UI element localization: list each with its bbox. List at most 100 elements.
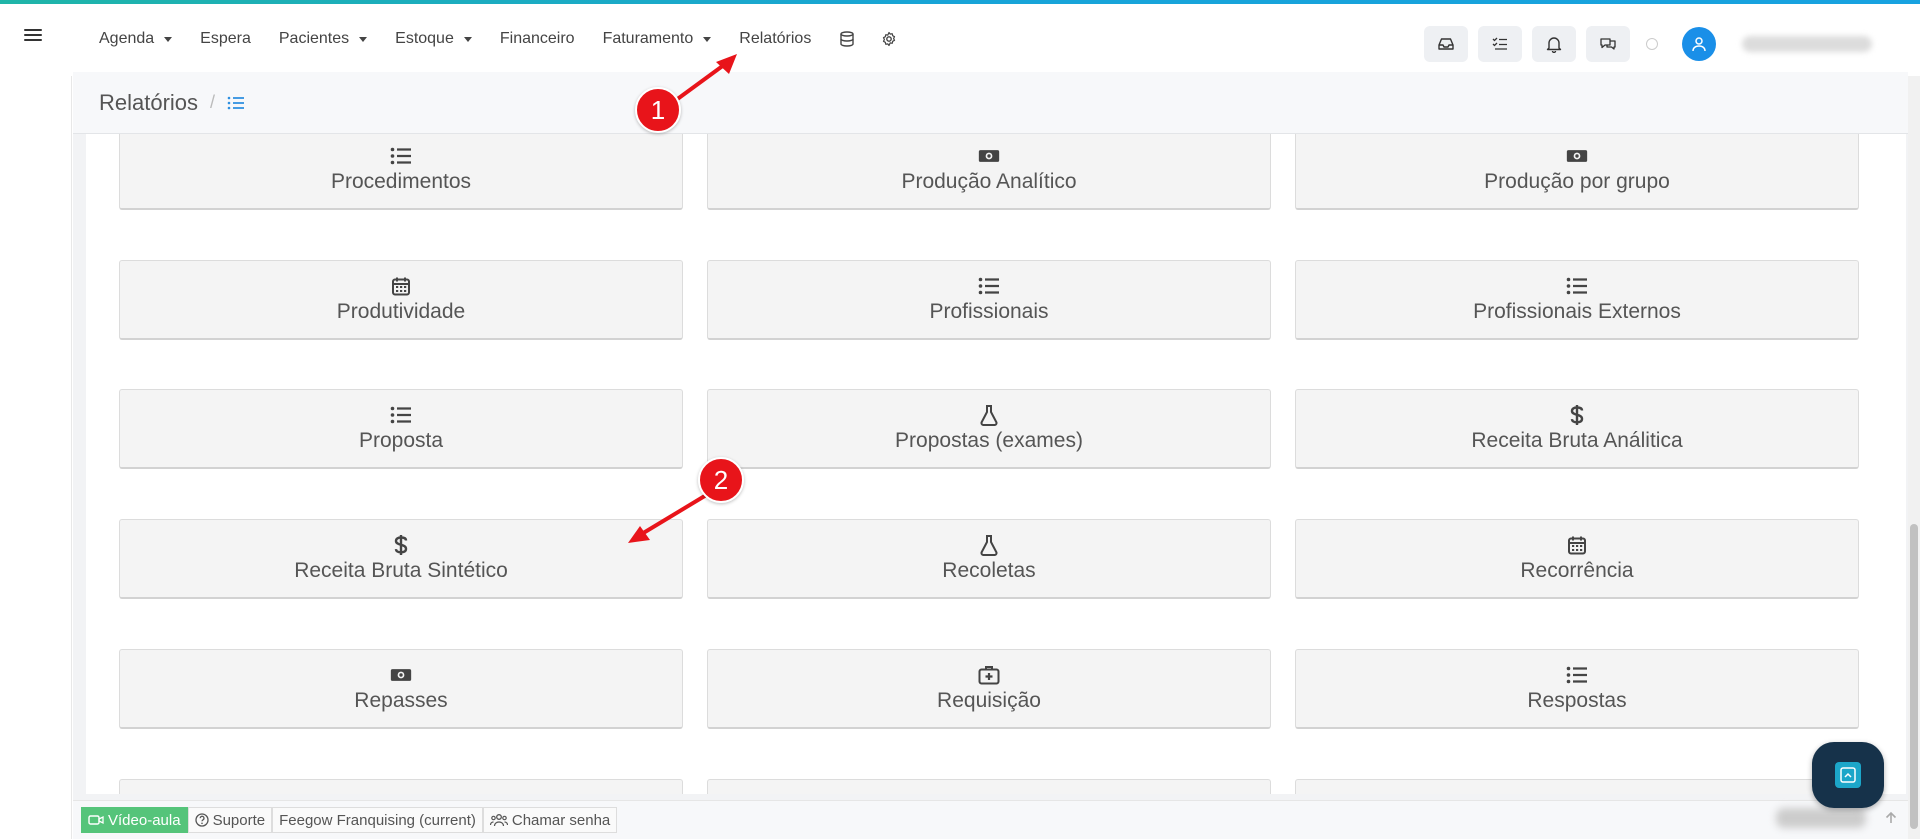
chevron-down-icon: [359, 36, 368, 42]
flask-icon: [978, 534, 1000, 556]
help-circle-icon: [194, 813, 209, 827]
avatar[interactable]: [1682, 27, 1716, 61]
report-card[interactable]: Profissionais Externos: [1295, 260, 1859, 340]
gear-icon[interactable]: [881, 31, 897, 47]
annotation-badge-2: 2: [698, 457, 744, 503]
annotation-badge-1: 1: [635, 87, 681, 133]
screen-share-icon: [1840, 767, 1856, 783]
report-card-label: Profissionais Externos: [1473, 299, 1681, 323]
video-lesson-label: Vídeo-aula: [108, 811, 181, 829]
notifications-button[interactable]: [1532, 26, 1576, 62]
money-icon: [390, 665, 412, 685]
dollar-icon: [390, 534, 412, 555]
report-card-label: Profissionais: [929, 299, 1049, 323]
report-card-partial[interactable]: [1295, 779, 1859, 794]
scrollbar-thumb[interactable]: [1910, 524, 1918, 829]
page-header: Relatórios /: [73, 72, 1908, 134]
hamburger-menu-icon[interactable]: [24, 26, 48, 46]
money-icon: [978, 146, 1000, 166]
report-card[interactable]: Propostas (exames): [707, 389, 1271, 469]
report-card[interactable]: Profissionais: [707, 260, 1271, 340]
support-button[interactable]: Suporte: [187, 807, 273, 833]
header-tools: [1424, 26, 1872, 62]
nav-estoque[interactable]: Estoque: [395, 30, 472, 48]
nav-financeiro[interactable]: Financeiro: [500, 30, 575, 48]
inbox-button[interactable]: [1424, 26, 1468, 62]
nav-espera[interactable]: Espera: [200, 30, 251, 48]
flask-icon: [978, 404, 1000, 426]
report-card[interactable]: Repasses: [119, 649, 683, 729]
report-card-label: Requisição: [937, 688, 1041, 712]
report-card-label: Produção por grupo: [1484, 169, 1670, 193]
support-label: Suporte: [212, 811, 266, 829]
calendar-icon: [390, 276, 412, 296]
username-redacted: [1742, 36, 1872, 52]
medical-kit-icon: [978, 665, 1000, 685]
left-rail: [0, 76, 72, 839]
list-icon[interactable]: [227, 96, 245, 110]
scroll-top-button[interactable]: [1880, 807, 1902, 829]
nav-agenda-label: Agenda: [99, 30, 155, 47]
nav-faturamento-label: Faturamento: [602, 30, 694, 47]
franchise-selector[interactable]: Feegow Franquising (current): [272, 807, 483, 833]
call-ticket-label: Chamar senha: [511, 811, 611, 829]
list-icon: [390, 146, 412, 166]
report-card-partial[interactable]: [119, 779, 683, 794]
nav-faturamento[interactable]: Faturamento: [603, 30, 712, 48]
report-card-label: Recoletas: [942, 558, 1036, 582]
call-ticket-button[interactable]: Chamar senha: [482, 807, 618, 833]
nav-pacientes[interactable]: Pacientes: [278, 30, 368, 48]
chat-icon: [1600, 38, 1616, 50]
list-icon: [978, 276, 1000, 296]
report-card[interactable]: Respostas: [1295, 649, 1859, 729]
video-camera-icon: [88, 815, 104, 825]
dollar-icon: [1566, 404, 1588, 425]
report-card-label: Proposta: [358, 428, 444, 452]
floating-action-button[interactable]: [1812, 742, 1884, 808]
report-card[interactable]: Produção Analítico: [707, 134, 1271, 210]
list-icon: [390, 405, 412, 425]
report-card[interactable]: Receita Bruta Sintético: [119, 519, 683, 599]
page-scrollbar[interactable]: [1908, 76, 1920, 839]
report-card[interactable]: Receita Bruta Análitica: [1295, 389, 1859, 469]
report-card-label: Respostas: [1527, 688, 1627, 712]
chevron-down-icon: [703, 36, 712, 42]
list-icon: [1566, 276, 1588, 296]
arrow-up-icon: [1885, 811, 1897, 823]
main-nav: Agenda Espera Pacientes Estoque Financei…: [99, 30, 923, 48]
calendar-icon: [1566, 535, 1588, 555]
report-card[interactable]: Procedimentos: [119, 134, 683, 210]
report-card-label: Repasses: [354, 688, 448, 712]
report-card[interactable]: Requisição: [707, 649, 1271, 729]
report-card-partial[interactable]: [707, 779, 1271, 794]
report-card[interactable]: Produção por grupo: [1295, 134, 1859, 210]
inbox-icon: [1438, 38, 1454, 50]
bell-icon: [1546, 37, 1562, 53]
chat-button[interactable]: [1586, 26, 1630, 62]
chevron-down-icon: [463, 36, 472, 42]
page-title: Relatórios: [99, 89, 199, 115]
report-card-label: Recorrência: [1520, 558, 1634, 582]
report-card-label: Propostas (exames): [895, 428, 1083, 452]
tasks-button[interactable]: [1478, 26, 1522, 62]
database-icon[interactable]: [839, 31, 855, 47]
nav-agenda[interactable]: Agenda: [99, 30, 173, 48]
video-lesson-button[interactable]: Vídeo-aula: [81, 807, 188, 833]
report-card[interactable]: Recorrência: [1295, 519, 1859, 599]
nav-relatorios[interactable]: Relatórios: [739, 30, 811, 48]
users-icon: [489, 814, 508, 827]
nav-financeiro-label: Financeiro: [499, 30, 575, 47]
chevron-down-icon: [164, 36, 173, 42]
list-icon: [1566, 665, 1588, 685]
nav-pacientes-label: Pacientes: [278, 30, 350, 47]
report-card[interactable]: Proposta: [119, 389, 683, 469]
money-icon: [1566, 146, 1588, 166]
report-card[interactable]: Produtividade: [119, 260, 683, 340]
task-list-icon: [1492, 37, 1507, 50]
report-card-label: Receita Bruta Análitica: [1471, 428, 1683, 452]
status-dot: [1646, 38, 1658, 50]
nav-estoque-label: Estoque: [395, 30, 454, 47]
nav-relatorios-label: Relatórios: [739, 30, 812, 47]
breadcrumb-separator: /: [210, 92, 216, 112]
report-card[interactable]: Recoletas: [707, 519, 1271, 599]
